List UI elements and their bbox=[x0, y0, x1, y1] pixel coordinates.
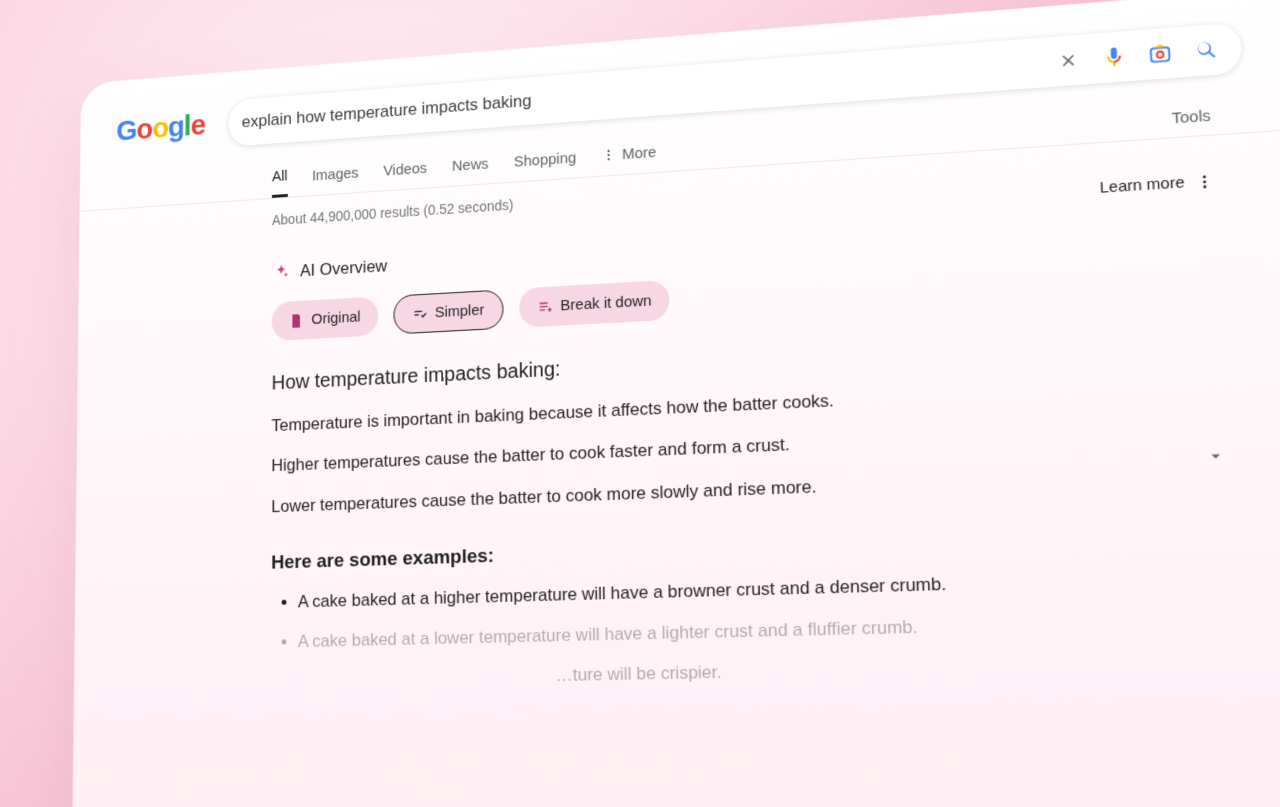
voice-search-icon[interactable] bbox=[1102, 45, 1127, 70]
more-vert-icon bbox=[602, 148, 616, 163]
chip-original[interactable]: Original bbox=[272, 297, 378, 341]
examples-heading: Here are some examples: bbox=[271, 524, 1028, 578]
clear-icon[interactable] bbox=[1056, 48, 1081, 73]
tab-more-label: More bbox=[622, 143, 657, 162]
answer-truncated-tail: …ture will be crispier. bbox=[271, 652, 1033, 695]
chip-breakdown[interactable]: Break it down bbox=[519, 280, 671, 328]
ai-overview-answer: How temperature impacts baking: Temperat… bbox=[271, 331, 1033, 695]
tab-news[interactable]: News bbox=[452, 149, 489, 184]
search-bar-actions bbox=[1043, 37, 1226, 74]
chip-simpler[interactable]: Simpler bbox=[393, 289, 503, 334]
tab-images[interactable]: Images bbox=[312, 158, 359, 193]
chip-simpler-label: Simpler bbox=[435, 302, 485, 322]
expand-answer-icon[interactable] bbox=[1205, 446, 1226, 466]
examples-list: A cake baked at a higher temperature wil… bbox=[271, 569, 1031, 656]
tab-videos[interactable]: Videos bbox=[383, 153, 427, 188]
learn-more-link[interactable]: Learn more bbox=[1099, 174, 1184, 197]
ai-overview: Learn more AI Overview Original Simpler bbox=[111, 165, 1271, 698]
image-search-icon[interactable] bbox=[1147, 41, 1172, 66]
list-icon bbox=[536, 298, 552, 315]
example-item: A cake baked at a higher temperature wil… bbox=[298, 569, 1030, 617]
example-item: A cake baked at a lower temperature will… bbox=[298, 610, 1032, 655]
check-icon bbox=[411, 305, 427, 322]
ai-overview-title: AI Overview bbox=[300, 256, 387, 281]
chip-breakdown-label: Break it down bbox=[560, 292, 651, 314]
search-icon[interactable] bbox=[1194, 38, 1219, 63]
tab-more[interactable]: More bbox=[602, 137, 657, 174]
document-icon bbox=[289, 312, 304, 329]
tab-shopping[interactable]: Shopping bbox=[514, 143, 577, 180]
sparkle-icon bbox=[272, 262, 291, 283]
more-vert-icon[interactable] bbox=[1195, 172, 1214, 190]
chip-original-label: Original bbox=[311, 308, 360, 328]
search-results-page: Google bbox=[72, 0, 1280, 807]
learn-more-row: Learn more bbox=[1099, 172, 1214, 197]
tab-all[interactable]: All bbox=[272, 162, 288, 198]
google-logo[interactable]: Google bbox=[116, 109, 205, 148]
tools-button[interactable]: Tools bbox=[1171, 104, 1244, 127]
